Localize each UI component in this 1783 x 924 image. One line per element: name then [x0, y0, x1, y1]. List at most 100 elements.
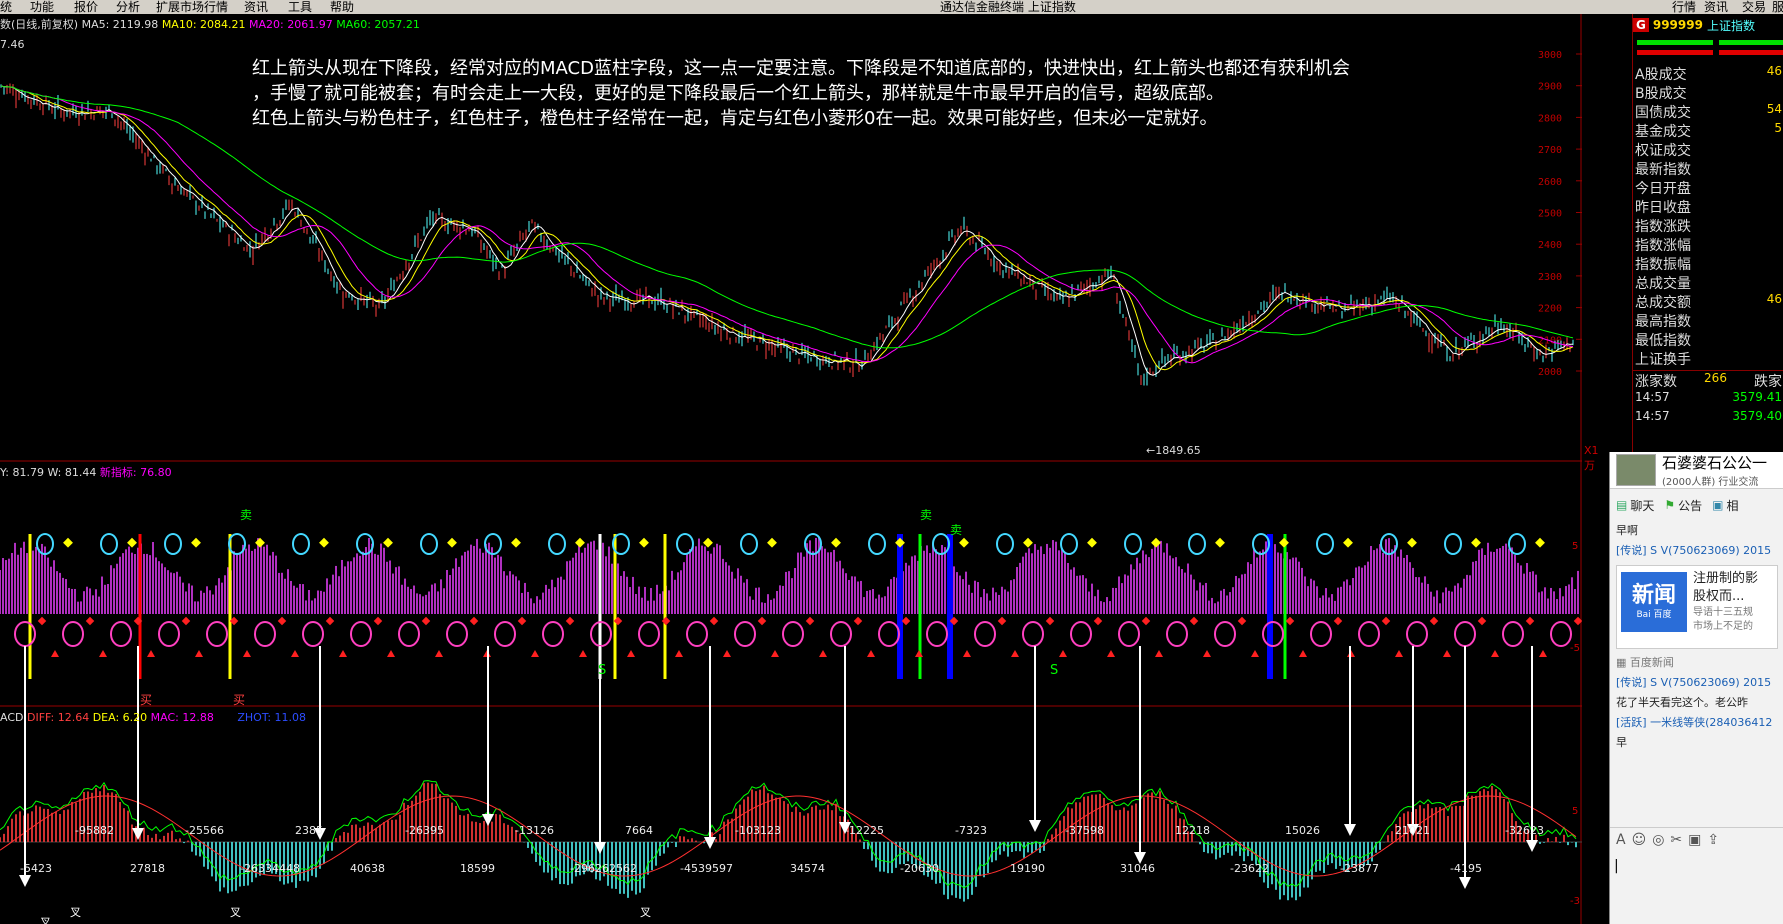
chat-group-header[interactable]: 石婆婆石公公一 (2000人群) 行业交流 [1610, 452, 1783, 489]
menu-item-extended-market[interactable]: 扩展市场行情 [156, 0, 228, 14]
badge-icon: G [1633, 18, 1649, 32]
message-user[interactable]: S V(750623069) 2015 [1650, 544, 1771, 557]
red-diamond [853, 616, 863, 626]
signal-ring [1214, 621, 1236, 647]
macd-value-label: -4539597 [680, 862, 733, 875]
red-up-arrow [963, 650, 971, 657]
tab-notice[interactable]: ⚑ 公告 [1664, 497, 1702, 514]
window-title: 通达信金融终端 上证指数 [940, 0, 1076, 14]
red-up-arrow [1011, 650, 1019, 657]
menu-item-analysis[interactable]: 分析 [116, 0, 140, 14]
quote-row: 上证换手 [1633, 349, 1783, 368]
tab-album[interactable]: ▣ 相 [1712, 497, 1738, 514]
chart-area[interactable]: 3000 2900 2800 2700 2600 2500 2400 2300 2200 2100… [0, 14, 1599, 924]
signal-circle [1508, 533, 1526, 555]
menu-item-quote[interactable]: 报价 [74, 0, 98, 14]
red-up-arrow [243, 650, 251, 657]
menu-right-service[interactable]: 服 [1772, 0, 1783, 14]
menu-item-function[interactable]: 功能 [30, 0, 54, 14]
image-icon: ▣ [1712, 498, 1724, 512]
quote-row: 指数涨跌 [1633, 216, 1783, 235]
news-source-label: 百度新闻 [1629, 656, 1674, 669]
flag-icon: ⚑ [1664, 498, 1676, 512]
emoji-icon[interactable]: ☺ [1632, 832, 1647, 848]
chat-panel: 石婆婆石公公一 (2000人群) 行业交流 ▤ 聊天 ⚑ 公告 ▣ 相 早啊 [传说]… [1609, 452, 1783, 924]
tick-row: 14:57 3579.41 [1633, 390, 1783, 409]
tab-chat[interactable]: ▤ 聊天 [1616, 497, 1654, 514]
red-diamond [1141, 616, 1151, 626]
chat-message-header: [传说] S V(750623069) 2015 [1610, 541, 1783, 561]
indicator-axis-label: 5 [1572, 541, 1578, 552]
red-diamond [709, 616, 719, 626]
image-icon[interactable]: ▣ [1688, 832, 1701, 848]
font-icon[interactable]: A [1616, 832, 1626, 848]
signal-ring [878, 621, 900, 647]
chat-input[interactable]: | [1614, 858, 1619, 874]
signal-ring [1502, 621, 1524, 647]
screenshot-icon[interactable]: ✂ [1670, 832, 1682, 848]
signal-ring [350, 621, 372, 647]
signal-diamond [63, 537, 73, 548]
red-up-arrow [915, 650, 923, 657]
red-diamond [469, 616, 479, 626]
menu-right-quote[interactable]: 行情 [1672, 0, 1696, 14]
group-name: 石婆婆石公公一 [1662, 454, 1768, 472]
signal-diamond [1407, 537, 1417, 548]
menu-item-system[interactable]: 统 [0, 0, 12, 14]
red-up-arrow [195, 650, 203, 657]
red-up-arrow [51, 650, 59, 657]
indicator-legend: Y: 81.79 W: 81.44 新指标: 76.80 [0, 464, 172, 480]
signal-ring [494, 621, 516, 647]
macd-value-label: 15026 [1285, 824, 1320, 837]
signal-ring [686, 621, 708, 647]
red-up-arrow [1299, 650, 1307, 657]
menu-item-tools[interactable]: 工具 [288, 0, 312, 14]
quote-row-label: 上证换手 [1635, 352, 1691, 368]
price-axis-label: 2000 [1538, 367, 1562, 378]
chat-message: 花了半天看完这个。老公昨 [1616, 696, 1748, 709]
red-up-arrow [99, 650, 107, 657]
signal-circle [292, 533, 310, 555]
news-extra-2: 市场上不足的 [1693, 621, 1753, 632]
signal-ring [1550, 621, 1572, 647]
macd-dea: DEA: 6.20 [92, 711, 148, 724]
red-up-arrow [627, 650, 635, 657]
news-logo-text: 新闻 [1631, 583, 1676, 608]
chart-canvas[interactable]: 3000290028002700260025002400230022002100… [0, 14, 1582, 924]
quote-row-label: 昨日收盘 [1635, 200, 1691, 216]
signal-ring [830, 621, 852, 647]
signal-circle [100, 533, 118, 555]
signal-diamond [703, 537, 713, 548]
upload-icon[interactable]: ⇪ [1707, 832, 1719, 848]
red-diamond [277, 616, 287, 626]
signal-diamond [959, 537, 969, 548]
message-user[interactable]: S V(750623069) 2015 [1650, 676, 1771, 689]
signal-diamond [383, 537, 393, 548]
news-logo-sub: Bai 百度 [1636, 610, 1672, 620]
annotation-arrowhead [1526, 840, 1538, 852]
legend-y: Y: 81.79 [0, 466, 44, 479]
red-diamond [997, 616, 1007, 626]
macd-value-label: -26334448 [240, 862, 300, 875]
shake-icon[interactable]: ◎ [1652, 832, 1664, 848]
tab-notice-label: 公告 [1678, 498, 1703, 513]
signal-diamond [575, 537, 585, 548]
price-axis-label: 2400 [1538, 240, 1562, 251]
menu-right-news[interactable]: 资讯 [1704, 0, 1728, 14]
news-card[interactable]: 新闻 Bai 百度 注册制的影 股权而... 导语十三五规 市场上不足的 [1616, 565, 1778, 649]
macd-value-label: 31046 [1120, 862, 1155, 875]
menu-item-news[interactable]: 资讯 [244, 0, 268, 14]
red-up-arrow [339, 650, 347, 657]
signal-circle [996, 533, 1014, 555]
red-diamond [421, 616, 431, 626]
red-diamond [565, 616, 575, 626]
signal-diamond [447, 537, 457, 548]
menu-right-trade[interactable]: 交易 [1742, 0, 1766, 14]
quote-row-value: 46 [1766, 292, 1782, 306]
red-up-arrow [387, 650, 395, 657]
menu-item-help[interactable]: 帮助 [330, 0, 354, 14]
message-user[interactable]: 一米线等侠(284036412 [1650, 716, 1772, 729]
annotation-arrowhead [1344, 824, 1356, 836]
quote-row-label: B股成交 [1635, 86, 1687, 102]
signal-diamond [127, 537, 137, 548]
